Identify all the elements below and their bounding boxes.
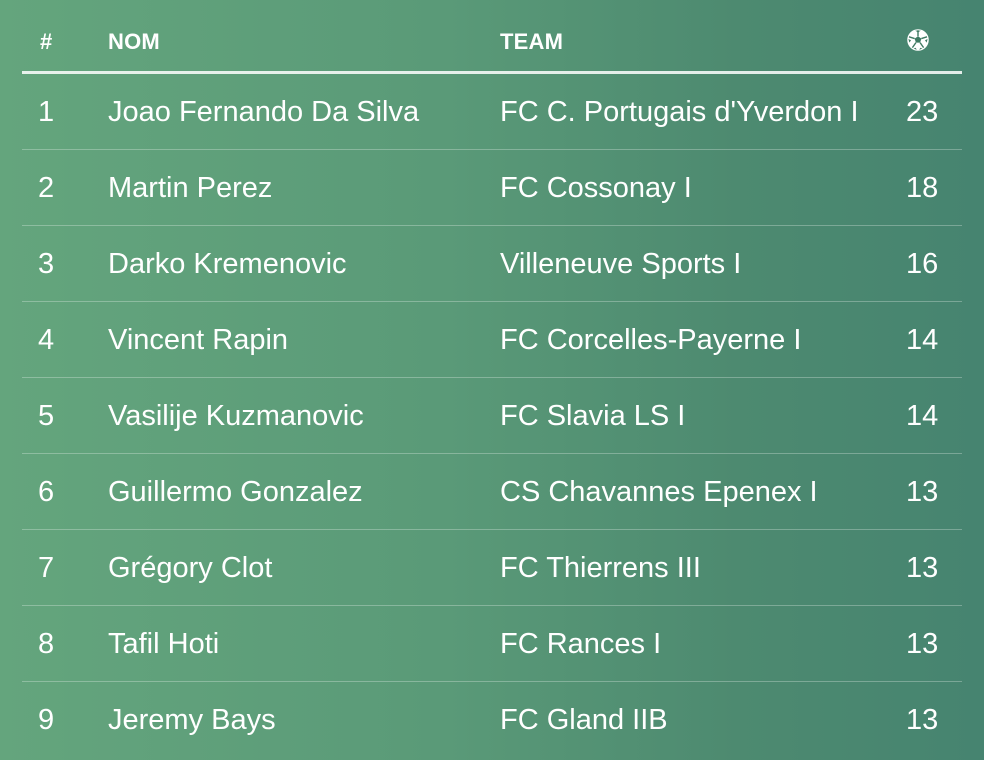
soccer-ball-icon: [906, 28, 930, 52]
rank-column-header[interactable]: #: [40, 29, 52, 55]
team-column-header[interactable]: TEAM: [500, 29, 563, 55]
table-row[interactable]: 9 Jeremy Bays FC Gland IIB 13: [22, 682, 962, 758]
table-header: # NOM TEAM: [22, 0, 962, 74]
player-name-cell: Joao Fernando Da Silva: [108, 96, 420, 128]
table-row[interactable]: 3 Darko Kremenovic Villeneuve Sports I 1…: [22, 226, 962, 302]
goals-cell: 14: [906, 324, 939, 356]
table-row[interactable]: 1 Joao Fernando Da Silva FC C. Portugais…: [22, 74, 962, 150]
team-cell: FC Corcelles-Payerne I: [500, 324, 802, 356]
player-name-cell: Vincent Rapin: [108, 324, 289, 356]
rank-cell: 6: [38, 476, 55, 508]
goals-cell: 16: [906, 248, 939, 280]
goals-column-header[interactable]: [906, 28, 930, 58]
goals-cell: 13: [906, 476, 939, 508]
rank-cell: 7: [38, 552, 55, 584]
goals-cell: 13: [906, 628, 939, 660]
goals-cell: 13: [906, 704, 939, 736]
team-cell: FC Rances I: [500, 628, 662, 660]
rank-cell: 5: [38, 400, 55, 432]
top-scorers-table: # NOM TEAM 1 Joao Fernando Da Silva FC C…: [22, 0, 962, 758]
name-column-header[interactable]: NOM: [108, 29, 160, 55]
table-row[interactable]: 8 Tafil Hoti FC Rances I 13: [22, 606, 962, 682]
table-row[interactable]: 4 Vincent Rapin FC Corcelles-Payerne I 1…: [22, 302, 962, 378]
goals-cell: 23: [906, 96, 939, 128]
rank-cell: 2: [38, 172, 55, 204]
player-name-cell: Martin Perez: [108, 172, 273, 204]
player-name-cell: Tafil Hoti: [108, 628, 220, 660]
table-row[interactable]: 5 Vasilije Kuzmanovic FC Slavia LS I 14: [22, 378, 962, 454]
team-cell: FC C. Portugais d'Yverdon I: [500, 96, 859, 128]
player-name-cell: Vasilije Kuzmanovic: [108, 400, 364, 432]
player-name-cell: Guillermo Gonzalez: [108, 476, 363, 508]
team-cell: FC Thierrens III: [500, 552, 701, 584]
rank-cell: 1: [38, 96, 55, 128]
goals-cell: 13: [906, 552, 939, 584]
player-name-cell: Grégory Clot: [108, 552, 273, 584]
rank-cell: 3: [38, 248, 55, 280]
rank-cell: 8: [38, 628, 55, 660]
player-name-cell: Darko Kremenovic: [108, 248, 347, 280]
rank-cell: 9: [38, 704, 55, 736]
player-name-cell: Jeremy Bays: [108, 704, 276, 736]
goals-cell: 14: [906, 400, 939, 432]
team-cell: FC Gland IIB: [500, 704, 668, 736]
table-row[interactable]: 7 Grégory Clot FC Thierrens III 13: [22, 530, 962, 606]
table-row[interactable]: 2 Martin Perez FC Cossonay I 18: [22, 150, 962, 226]
goals-cell: 18: [906, 172, 939, 204]
rank-cell: 4: [38, 324, 55, 356]
team-cell: FC Slavia LS I: [500, 400, 686, 432]
team-cell: FC Cossonay I: [500, 172, 692, 204]
team-cell: Villeneuve Sports I: [500, 248, 742, 280]
team-cell: CS Chavannes Epenex I: [500, 476, 818, 508]
table-row[interactable]: 6 Guillermo Gonzalez CS Chavannes Epenex…: [22, 454, 962, 530]
